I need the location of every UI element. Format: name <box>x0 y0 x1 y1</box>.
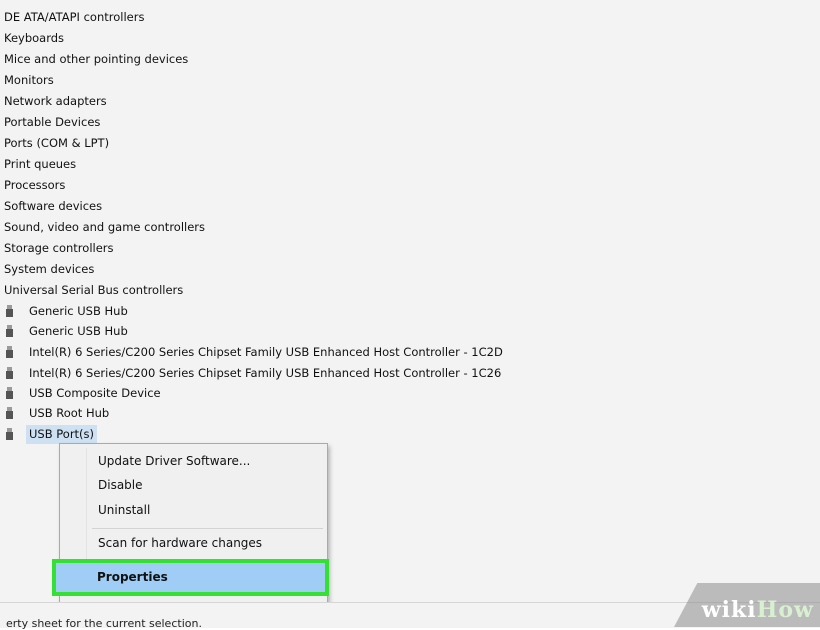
usb-plug-icon <box>6 407 13 419</box>
properties-label: Properties <box>97 570 168 584</box>
category-ports[interactable]: Ports (COM & LPT) <box>4 134 109 153</box>
category-network-adapters[interactable]: Network adapters <box>4 92 107 111</box>
status-text: erty sheet for the current selection. <box>6 617 202 630</box>
usb-plug-icon <box>6 346 13 358</box>
device-label: USB Port(s) <box>26 425 98 444</box>
logo-how: How <box>756 597 814 623</box>
device-label: Generic USB Hub <box>29 324 128 338</box>
logo-wiki: wiki <box>701 597 757 623</box>
menu-item-uninstall[interactable]: Uninstall <box>98 500 150 520</box>
usb-plug-icon <box>6 387 13 399</box>
wikihow-logo: wikiHow <box>702 597 814 623</box>
menu-item-disable[interactable]: Disable <box>98 475 143 495</box>
category-storage-controllers[interactable]: Storage controllers <box>4 239 114 258</box>
usb-plug-icon <box>6 428 13 440</box>
category-sound-video[interactable]: Sound, video and game controllers <box>4 218 205 237</box>
usb-plug-icon <box>6 305 13 317</box>
usb-plug-icon <box>6 367 13 379</box>
usb-plug-icon <box>6 325 13 337</box>
category-print-queues[interactable]: Print queues <box>4 155 76 174</box>
menu-item-update-driver[interactable]: Update Driver Software... <box>98 451 250 471</box>
category-monitors[interactable]: Monitors <box>4 71 54 90</box>
device-label: Intel(R) 6 Series/C200 Series Chipset Fa… <box>29 345 503 359</box>
category-ide-controllers[interactable]: DE ATA/ATAPI controllers <box>4 8 144 27</box>
category-system-devices[interactable]: System devices <box>4 260 94 279</box>
menu-item-scan-hardware[interactable]: Scan for hardware changes <box>98 533 262 553</box>
category-keyboards[interactable]: Keyboards <box>4 29 64 48</box>
device-label: Generic USB Hub <box>29 304 128 318</box>
category-portable-devices[interactable]: Portable Devices <box>4 113 100 132</box>
device-label: USB Root Hub <box>29 406 110 420</box>
device-label: Intel(R) 6 Series/C200 Series Chipset Fa… <box>29 366 502 380</box>
device-manager-tree: DE ATA/ATAPI controllers Keyboards Mice … <box>0 0 820 602</box>
device-label: USB Composite Device <box>29 386 161 400</box>
category-mice[interactable]: Mice and other pointing devices <box>4 50 188 69</box>
menu-gutter <box>86 448 87 567</box>
category-processors[interactable]: Processors <box>4 176 65 195</box>
category-usb-controllers[interactable]: Universal Serial Bus controllers <box>4 281 183 300</box>
category-software-devices[interactable]: Software devices <box>4 197 102 216</box>
menu-separator <box>92 528 323 529</box>
